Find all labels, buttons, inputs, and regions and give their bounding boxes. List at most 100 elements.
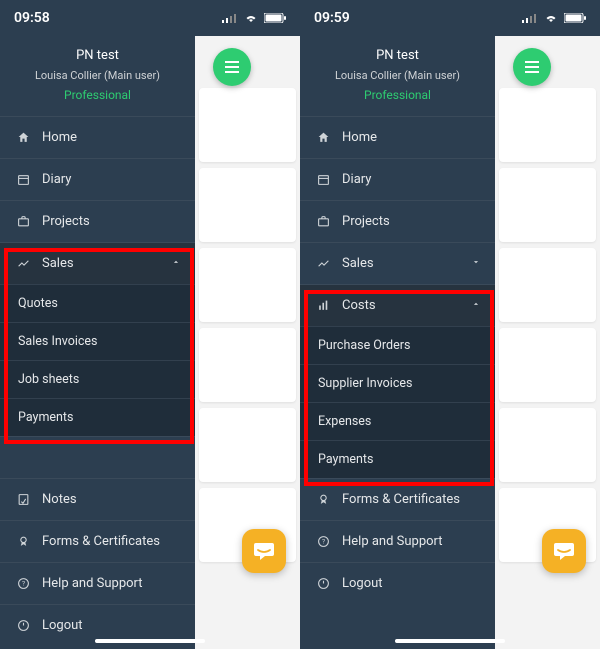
sidebar-item-home[interactable]: Home: [300, 116, 495, 158]
signal-icon: [522, 13, 538, 23]
screen-right: 09:59 PN test Louisa Collier (Main user)…: [300, 0, 600, 649]
submenu-label: Quotes: [18, 296, 58, 311]
sidebar-item-label: Sales: [342, 256, 471, 271]
sidebar-item-help[interactable]: ? Help and Support: [0, 562, 195, 604]
hamburger-button[interactable]: [513, 48, 551, 86]
content-card[interactable]: [499, 408, 596, 482]
content-card[interactable]: [499, 328, 596, 402]
sidebar-item-sales[interactable]: Sales: [0, 242, 195, 284]
content-card[interactable]: [199, 248, 296, 322]
home-indicator[interactable]: [395, 639, 505, 643]
sidebar-item-label: Diary: [42, 172, 181, 187]
sidebar-item-forms[interactable]: Forms & Certificates: [300, 478, 495, 520]
sidebar-item-label: Forms & Certificates: [42, 534, 181, 549]
sales-sub-jobsheets[interactable]: Job sheets: [0, 360, 195, 398]
sidebar-item-label: Home: [42, 130, 181, 145]
sidebar-item-diary[interactable]: Diary: [0, 158, 195, 200]
sidebar-item-label: Projects: [342, 214, 481, 229]
chart-line-icon: [14, 257, 32, 270]
menu-spacer: [0, 436, 195, 478]
wifi-icon: [244, 13, 258, 23]
certificate-icon: [314, 493, 332, 506]
costs-submenu: Purchase Orders Supplier Invoices Expens…: [300, 326, 495, 478]
chat-button[interactable]: [542, 529, 586, 573]
chevron-up-icon: [171, 256, 181, 271]
submenu-label: Sales Invoices: [18, 334, 98, 349]
sales-sub-payments[interactable]: Payments: [0, 398, 195, 436]
costs-sub-supplier-invoices[interactable]: Supplier Invoices: [300, 364, 495, 402]
sales-sub-quotes[interactable]: Quotes: [0, 284, 195, 322]
status-time: 09:58: [14, 10, 50, 26]
user-name: Louisa Collier (Main user): [8, 69, 187, 82]
costs-sub-purchase-orders[interactable]: Purchase Orders: [300, 326, 495, 364]
menu-icon: [224, 60, 240, 74]
plan-label: Professional: [308, 88, 487, 102]
menu-icon: [524, 60, 540, 74]
sales-sub-invoices[interactable]: Sales Invoices: [0, 322, 195, 360]
chat-icon: [552, 541, 576, 561]
hamburger-button[interactable]: [213, 48, 251, 86]
content-card[interactable]: [199, 168, 296, 242]
screen-left: 09:58 PN test Louisa Collier (Main user)…: [0, 0, 300, 649]
chat-button[interactable]: [242, 529, 286, 573]
content-card[interactable]: [199, 328, 296, 402]
sidebar-item-help[interactable]: ? Help and Support: [300, 520, 495, 562]
content-card[interactable]: [199, 408, 296, 482]
sidebar-item-label: Forms & Certificates: [342, 492, 481, 507]
svg-text:?: ?: [21, 580, 24, 588]
chevron-up-icon: [471, 298, 481, 313]
calendar-icon: [14, 173, 32, 186]
content-card[interactable]: [199, 88, 296, 162]
chart-line-icon: [314, 257, 332, 270]
content-card[interactable]: [499, 168, 596, 242]
user-name: Louisa Collier (Main user): [308, 69, 487, 82]
sidebar-item-forms[interactable]: Forms & Certificates: [0, 520, 195, 562]
submenu-label: Job sheets: [18, 372, 79, 387]
sidebar-item-label: Costs: [342, 298, 471, 313]
sidebar: PN test Louisa Collier (Main user) Profe…: [0, 36, 195, 649]
battery-icon: [564, 13, 586, 23]
battery-icon: [264, 13, 286, 23]
sidebar-item-label: Home: [342, 130, 481, 145]
sidebar-item-sales[interactable]: Sales: [300, 242, 495, 284]
sales-submenu: Quotes Sales Invoices Job sheets Payment…: [0, 284, 195, 436]
status-indicators: [222, 13, 286, 23]
status-bar: 09:59: [300, 0, 600, 36]
chat-icon: [252, 541, 276, 561]
sidebar-item-projects[interactable]: Projects: [300, 200, 495, 242]
home-icon: [14, 131, 32, 144]
sidebar-item-label: Sales: [42, 256, 171, 271]
help-icon: ?: [14, 577, 32, 590]
sidebar-item-label: Projects: [42, 214, 181, 229]
status-indicators: [522, 13, 586, 23]
briefcase-icon: [14, 215, 32, 228]
content-card[interactable]: [499, 248, 596, 322]
note-icon: [14, 493, 32, 506]
submenu-label: Payments: [318, 452, 373, 467]
submenu-label: Supplier Invoices: [318, 376, 412, 391]
sidebar-item-logout[interactable]: Logout: [300, 562, 495, 604]
submenu-label: Expenses: [318, 414, 371, 429]
status-bar: 09:58: [0, 0, 300, 36]
costs-sub-payments[interactable]: Payments: [300, 440, 495, 478]
content-card[interactable]: [499, 88, 596, 162]
signal-icon: [222, 13, 238, 23]
costs-sub-expenses[interactable]: Expenses: [300, 402, 495, 440]
submenu-label: Payments: [18, 410, 73, 425]
home-indicator[interactable]: [95, 639, 205, 643]
home-icon: [314, 131, 332, 144]
certificate-icon: [14, 535, 32, 548]
sidebar-item-costs[interactable]: Costs: [300, 284, 495, 326]
chevron-down-icon: [471, 256, 481, 271]
sidebar-item-home[interactable]: Home: [0, 116, 195, 158]
logout-icon: [314, 577, 332, 590]
sidebar-item-diary[interactable]: Diary: [300, 158, 495, 200]
briefcase-icon: [314, 215, 332, 228]
status-time: 09:59: [314, 10, 350, 26]
svg-text:?: ?: [321, 538, 324, 546]
sidebar-item-notes[interactable]: Notes: [0, 478, 195, 520]
sidebar-item-projects[interactable]: Projects: [0, 200, 195, 242]
submenu-label: Purchase Orders: [318, 338, 410, 353]
sidebar-item-label: Help and Support: [42, 576, 181, 591]
sidebar-item-label: Logout: [42, 618, 181, 633]
